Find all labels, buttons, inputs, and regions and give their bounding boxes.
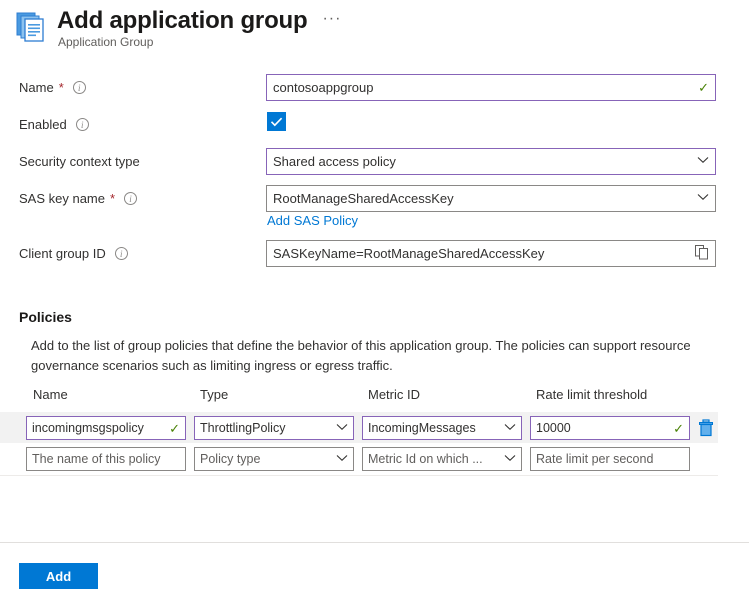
policy-type-dropdown-new[interactable]: Policy type [194, 447, 354, 471]
label-client-group-id-text: Client group ID [19, 246, 106, 261]
name-input[interactable]: contosoappgroup ✓ [266, 74, 716, 101]
form-row-security-context-type: Security context type Shared access poli… [0, 146, 749, 183]
add-button[interactable]: Add [19, 563, 98, 589]
valid-check-icon: ✓ [169, 422, 180, 435]
policy-name-placeholder: The name of this policy [32, 452, 180, 466]
policy-type-placeholder: Policy type [200, 452, 332, 466]
valid-check-icon: ✓ [698, 81, 709, 94]
info-icon[interactable]: i [73, 81, 86, 94]
chevron-down-icon [504, 454, 516, 465]
policy-rate-limit-input-new[interactable]: Rate limit per second [530, 447, 690, 471]
label-client-group-id: Client group ID i [19, 246, 128, 261]
policies-title: Policies [19, 309, 72, 325]
client-group-id-value: SASKeyName=RootManageSharedAccessKey [273, 246, 691, 261]
column-header-name: Name [33, 387, 68, 402]
policy-name-value: incomingmsgspolicy [32, 421, 165, 435]
policy-name-input[interactable]: incomingmsgspolicy ✓ [26, 416, 186, 440]
policy-rate-limit-value: 10000 [536, 421, 669, 435]
policies-description: Add to the list of group policies that d… [31, 336, 699, 376]
application-group-documents-icon [16, 10, 50, 44]
policy-type-value: ThrottlingPolicy [200, 421, 332, 435]
title-row: Add application group ··· [57, 6, 344, 36]
label-name-text: Name [19, 80, 54, 95]
policies-table-header: Name Type Metric ID Rate limit threshold [0, 387, 749, 412]
label-enabled: Enabled i [19, 117, 89, 132]
column-header-type: Type [200, 387, 228, 402]
label-sas-key-name-text: SAS key name [19, 191, 105, 206]
column-header-rate-limit: Rate limit threshold [536, 387, 647, 402]
chevron-down-icon [504, 423, 516, 434]
table-row: incomingmsgspolicy ✓ ThrottlingPolicy In… [0, 412, 718, 443]
page-title: Add application group [57, 6, 307, 36]
chevron-down-icon [697, 193, 709, 204]
required-indicator: * [59, 80, 64, 95]
footer-divider [0, 542, 749, 543]
policy-rate-limit-input[interactable]: 10000 ✓ [530, 416, 690, 440]
enabled-checkbox[interactable] [267, 112, 286, 131]
form-row-name: Name * i contosoappgroup ✓ [0, 72, 749, 109]
info-icon[interactable]: i [115, 247, 128, 260]
required-indicator: * [110, 191, 115, 206]
label-security-context-type: Security context type [19, 154, 140, 169]
chevron-down-icon [336, 423, 348, 434]
label-name: Name * i [19, 80, 86, 95]
page-subtitle: Application Group [58, 35, 153, 49]
info-icon[interactable]: i [76, 118, 89, 131]
column-header-metric-id: Metric ID [368, 387, 420, 402]
policy-metric-id-placeholder: Metric Id on which ... [368, 452, 500, 466]
more-options-button[interactable]: ··· [319, 10, 344, 28]
policy-type-dropdown[interactable]: ThrottlingPolicy [194, 416, 354, 440]
blade-header: Add application group ··· Application Gr… [0, 0, 749, 60]
form-row-sas-key-name: SAS key name * i RootManageSharedAccessK… [0, 183, 749, 238]
label-enabled-text: Enabled [19, 117, 67, 132]
info-icon[interactable]: i [124, 192, 137, 205]
valid-check-icon: ✓ [673, 422, 684, 435]
security-context-type-dropdown[interactable]: Shared access policy [266, 148, 716, 175]
add-sas-policy-link[interactable]: Add SAS Policy [267, 213, 358, 228]
policy-metric-id-value: IncomingMessages [368, 421, 500, 435]
copy-icon[interactable] [695, 245, 709, 262]
table-bottom-divider [0, 475, 718, 476]
delete-policy-button[interactable] [696, 417, 716, 439]
policy-name-input-new[interactable]: The name of this policy [26, 447, 186, 471]
form-row-client-group-id: Client group ID i SASKeyName=RootManageS… [0, 238, 749, 275]
name-input-value: contosoappgroup [273, 80, 694, 95]
chevron-down-icon [336, 454, 348, 465]
policy-metric-id-dropdown-new[interactable]: Metric Id on which ... [362, 447, 522, 471]
table-row: The name of this policy Policy type Metr… [0, 443, 749, 474]
form-row-enabled: Enabled i [0, 109, 749, 146]
security-context-type-value: Shared access policy [273, 154, 693, 169]
client-group-id-input[interactable]: SASKeyName=RootManageSharedAccessKey [266, 240, 716, 267]
form-section: Name * i contosoappgroup ✓ Enabled i Sec… [0, 72, 749, 275]
chevron-down-icon [697, 156, 709, 167]
policies-table: Name Type Metric ID Rate limit threshold… [0, 387, 749, 474]
policy-metric-id-dropdown[interactable]: IncomingMessages [362, 416, 522, 440]
label-sas-key-name: SAS key name * i [19, 191, 137, 206]
sas-key-name-dropdown[interactable]: RootManageSharedAccessKey [266, 185, 716, 212]
policy-rate-limit-placeholder: Rate limit per second [536, 452, 684, 466]
label-security-context-type-text: Security context type [19, 154, 140, 169]
sas-key-name-value: RootManageSharedAccessKey [273, 191, 693, 206]
